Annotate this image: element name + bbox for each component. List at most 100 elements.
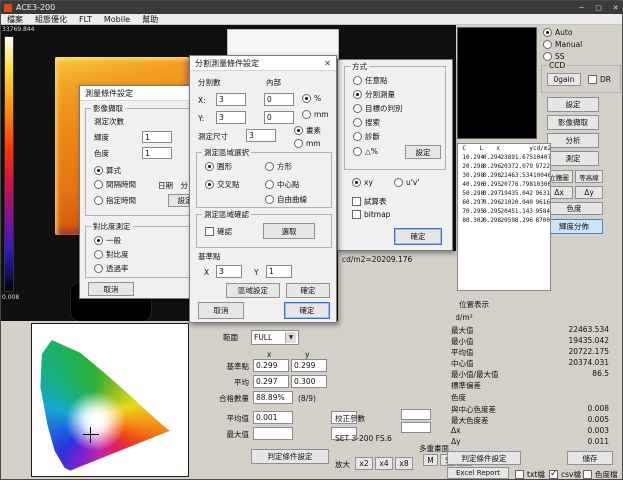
- table-row[interactable]: 70.2950.29520451.1439584: [458, 207, 550, 216]
- base-x-input[interactable]: 3: [216, 265, 242, 278]
- color-file-checkbox-icon: [583, 470, 592, 479]
- method-diagnose-radio[interactable]: 診斷: [353, 131, 380, 142]
- schedule-radio[interactable]: 指定時間: [94, 195, 136, 206]
- y-divisions-input[interactable]: 3: [216, 111, 246, 124]
- save-button[interactable]: 儲存: [567, 451, 613, 465]
- zero-gain-button[interactable]: 0gain: [547, 73, 581, 86]
- results-table[interactable]: C L x y cd/m2 10.2940.29423891.67510407 …: [457, 143, 551, 291]
- avg-y-input[interactable]: 0.300: [291, 375, 327, 388]
- chroma-view-button[interactable]: 色度: [545, 202, 603, 215]
- table-row[interactable]: 20.2980.29620372.0799722: [458, 162, 550, 171]
- measure-button[interactable]: 測定: [547, 151, 599, 166]
- times-label: 測定次數: [94, 117, 124, 127]
- excel-report-button[interactable]: Excel Report: [447, 467, 509, 479]
- split-cancel-button[interactable]: 取消: [198, 302, 244, 319]
- txt-file-checkbox[interactable]: txt檔: [515, 469, 545, 480]
- table-row[interactable]: 60.2970.29621020.0409616: [458, 198, 550, 207]
- zoom-x4-button[interactable]: x4: [375, 457, 393, 470]
- unit-percent-radio[interactable]: %: [302, 94, 321, 103]
- multi-m-button[interactable]: M: [423, 454, 438, 466]
- split-ok-button[interactable]: 確定: [284, 302, 330, 319]
- dialog-split-title-bar[interactable]: 分割測量條件設定 ✕: [190, 56, 336, 71]
- method-split-radio[interactable]: 分割測量: [353, 89, 395, 100]
- max-input[interactable]: [253, 427, 293, 440]
- judge-settings-button-right[interactable]: 判定條件設定: [447, 451, 521, 465]
- unit-mm-radio[interactable]: mm: [302, 110, 329, 119]
- rect-radio[interactable]: 方形: [265, 161, 292, 172]
- pick-button[interactable]: 選取: [263, 223, 315, 239]
- ref-x-input[interactable]: 0.299: [253, 359, 289, 372]
- base-y-input[interactable]: 1: [266, 265, 292, 278]
- menu-config[interactable]: 組態優化: [35, 14, 67, 25]
- csv-file-checkbox[interactable]: csv檔: [549, 469, 581, 480]
- size-input[interactable]: 3: [246, 129, 276, 142]
- manual-mode-radio[interactable]: Manual: [543, 40, 582, 49]
- menu-flt[interactable]: FLT: [79, 15, 92, 24]
- analyze-button[interactable]: 分析: [547, 133, 599, 148]
- measure-cancel-button[interactable]: 取消: [88, 282, 134, 296]
- table-row[interactable]: 80.3020.29820598.2968700: [458, 216, 550, 225]
- mean-input[interactable]: 0.001: [253, 411, 293, 424]
- maximize-icon[interactable]: ▢: [590, 1, 607, 14]
- range-select[interactable]: FULL ▼: [251, 330, 299, 345]
- menu-mobile[interactable]: Mobile: [104, 15, 130, 24]
- ss-mode-radio[interactable]: SS: [543, 52, 565, 61]
- transmittance-radio[interactable]: 透過率: [94, 263, 129, 274]
- zoom-x2-button[interactable]: x2: [355, 457, 373, 470]
- contrast-radio[interactable]: 對比度: [94, 249, 129, 260]
- pass-rate-input[interactable]: 88.89%: [253, 391, 293, 404]
- dr-checkbox[interactable]: DR: [588, 75, 611, 84]
- unit-pixel-radio[interactable]: 畫素: [294, 125, 321, 136]
- method-anypoint-radio[interactable]: 任意點: [353, 75, 388, 86]
- table-row[interactable]: 10.2940.29423891.67510407: [458, 153, 550, 162]
- lum-count-input[interactable]: 1: [142, 131, 172, 143]
- dialog-close-icon[interactable]: ✕: [319, 56, 336, 70]
- bitmap-checkbox[interactable]: bitmap: [352, 210, 390, 219]
- x-inner-input[interactable]: 0: [264, 93, 294, 106]
- minimize-icon[interactable]: ─: [573, 1, 590, 14]
- method-search-radio[interactable]: 搜索: [353, 117, 380, 128]
- menu-help[interactable]: 幫助: [142, 14, 158, 25]
- sheet-checkbox[interactable]: 試算表: [352, 196, 387, 207]
- cie-chromaticity-diagram[interactable]: [31, 323, 189, 477]
- method-set-button[interactable]: 設定: [405, 145, 441, 159]
- capture-button[interactable]: 影像擷取: [547, 115, 599, 130]
- ref-y-input[interactable]: 0.299: [291, 359, 327, 372]
- settings-button[interactable]: 設定: [547, 97, 599, 112]
- confirm-checkbox[interactable]: 確認: [205, 226, 232, 237]
- method-target-radio[interactable]: 目標の判別: [353, 103, 403, 114]
- avg-x-input[interactable]: 0.297: [253, 375, 289, 388]
- unit-mm2-radio[interactable]: mm: [294, 139, 321, 148]
- normal-radio[interactable]: 一般: [94, 235, 121, 246]
- contour-button[interactable]: 等高線: [575, 170, 603, 183]
- zoom-x8-button[interactable]: x8: [395, 457, 413, 470]
- delta-y-button[interactable]: Δy: [575, 186, 603, 199]
- cross-radio[interactable]: 交叉點: [205, 179, 240, 190]
- circle-radio[interactable]: 圓形: [205, 161, 232, 172]
- calibration-box-1[interactable]: [401, 409, 431, 420]
- judge-settings-button[interactable]: 判定條件設定: [251, 449, 329, 464]
- close-icon[interactable]: ✕: [607, 1, 623, 14]
- chroma-count-input[interactable]: 1: [142, 147, 172, 159]
- table-row[interactable]: 40.2960.29520776.79810306: [458, 180, 550, 189]
- calibration-box-2[interactable]: [401, 422, 431, 433]
- capture-thumbnail[interactable]: [457, 27, 537, 139]
- menu-file[interactable]: 檔案: [7, 14, 23, 25]
- center-radio[interactable]: 中心點: [265, 179, 300, 190]
- luminance-distribution-button[interactable]: 輝度分佈: [545, 219, 603, 234]
- table-row[interactable]: 30.2980.29822463.53410046: [458, 171, 550, 180]
- method-ok-button[interactable]: 確定: [394, 228, 442, 245]
- method-percent-radio[interactable]: △%: [353, 147, 378, 156]
- auto-mode-radio[interactable]: Auto: [543, 28, 572, 37]
- y-inner-input[interactable]: 0: [264, 111, 294, 124]
- formula-radio[interactable]: 算式: [94, 165, 121, 176]
- xy-radio[interactable]: xy: [352, 178, 373, 187]
- color-file-checkbox[interactable]: 色度檔: [583, 469, 618, 480]
- table-row[interactable]: 50.2980.29719435.0429631: [458, 189, 550, 198]
- region-setup-button[interactable]: 區域設定: [226, 283, 280, 298]
- region-ok-button[interactable]: 確定: [286, 283, 330, 298]
- freeform-radio[interactable]: 自由曲線: [265, 194, 307, 205]
- x-divisions-input[interactable]: 3: [216, 93, 246, 106]
- interval-radio[interactable]: 間隔時間: [94, 179, 136, 190]
- uv-radio[interactable]: u'v': [394, 178, 419, 187]
